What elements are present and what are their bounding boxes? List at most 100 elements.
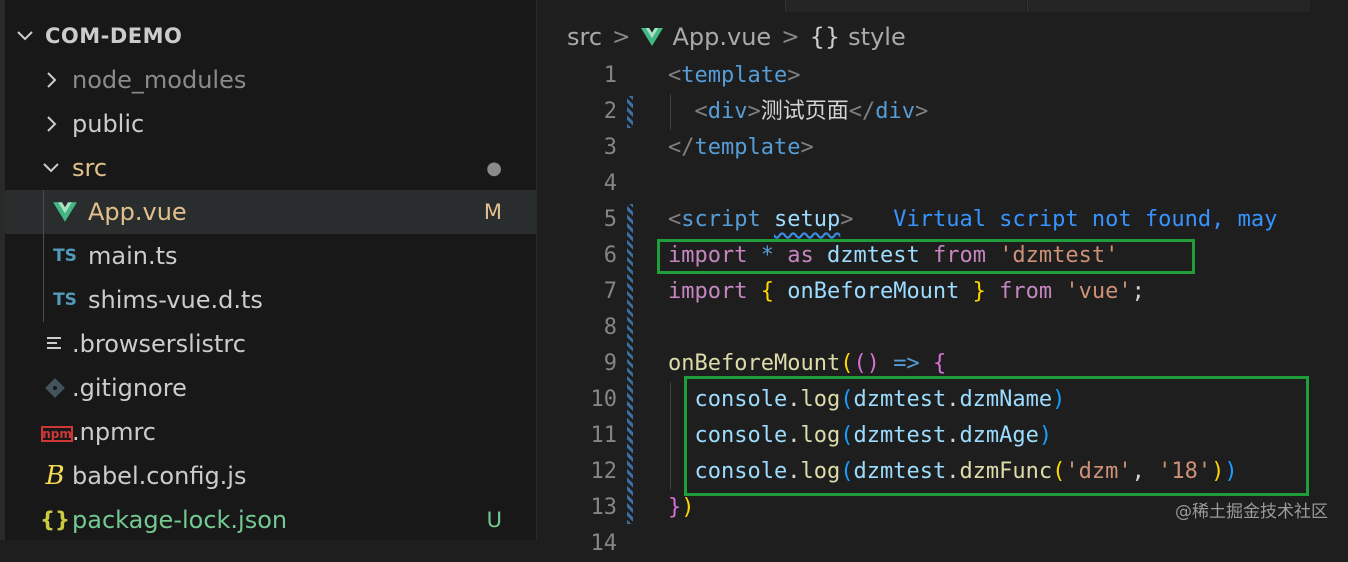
code-token: onBeforeMount <box>668 351 841 376</box>
tree-item[interactable]: public <box>5 102 536 146</box>
tree-item-label: .gitignore <box>72 374 187 402</box>
code-line[interactable]: import { onBeforeMount } from 'vue'; <box>668 274 1145 310</box>
ts-icon: TS <box>53 290 77 310</box>
code-token: ; <box>1131 279 1145 304</box>
tree-item[interactable]: App.vue M <box>5 190 536 234</box>
babel-icon: B <box>45 461 65 491</box>
chevron-right-icon <box>47 116 57 132</box>
breadcrumb-file[interactable]: App.vue <box>640 23 771 51</box>
line-number: 9 <box>603 351 617 376</box>
tree-item[interactable]: Bbabel.config.js <box>5 454 536 498</box>
line-number: 5 <box>603 207 617 232</box>
breadcrumb-folder[interactable]: src <box>567 23 602 51</box>
tree-item-label: public <box>72 110 145 138</box>
breadcrumb: src > App.vue > {} style <box>567 20 906 54</box>
code-token: ) <box>681 495 695 520</box>
tree-item[interactable]: .browserslistrc <box>5 322 536 366</box>
chevron-down-icon <box>43 163 59 173</box>
tree-indent-guide <box>43 190 44 322</box>
code-token: () <box>853 351 880 376</box>
chevron-right-icon <box>47 72 57 88</box>
tree-item[interactable]: node_modules <box>5 58 536 102</box>
explorer-root-label: COM-DEMO <box>45 24 183 48</box>
code-token: } <box>972 279 986 304</box>
code-line[interactable]: <template> <box>668 58 800 94</box>
line-number: 7 <box>603 279 617 304</box>
code-token: div <box>707 99 748 124</box>
code-token: script <box>681 207 761 232</box>
git-status-badge: ● <box>486 157 502 179</box>
code-token: </ <box>668 135 695 160</box>
line-number: 2 <box>603 99 617 124</box>
editor-pane: src > App.vue > {} style 1 <template> 2 < d… <box>537 0 1348 556</box>
explorer-sidebar: COM-DEMO node_modules public src ● App.vue M T… <box>0 0 537 540</box>
git-icon <box>41 376 69 400</box>
line-number: 12 <box>590 459 618 484</box>
line-number: 8 <box>603 315 617 340</box>
code-token: setup <box>773 207 841 232</box>
breadcrumb-symbol[interactable]: {} style <box>810 23 906 51</box>
code-token: 'vue' <box>1065 279 1132 304</box>
tree-item[interactable]: npm .npmrc <box>5 410 536 454</box>
json-icon: {} <box>40 508 70 532</box>
code-token: > <box>915 99 929 124</box>
git-status-badge: U <box>486 508 502 532</box>
npm-icon: npm <box>41 426 73 442</box>
line-number: 11 <box>590 423 618 448</box>
braces-icon: {} <box>809 23 841 51</box>
code-line[interactable]: </template> <box>668 130 814 166</box>
tree-item[interactable]: TS shims-vue.d.ts <box>5 278 536 322</box>
line-number: 3 <box>603 135 617 160</box>
breadcrumb-separator: > <box>781 24 800 50</box>
tree-item-label: .npmrc <box>72 418 156 446</box>
line-number: 4 <box>603 171 617 196</box>
indent-guide <box>670 382 671 490</box>
line-number: 14 <box>590 531 618 556</box>
code-token: } <box>668 495 682 520</box>
code-token: => <box>893 351 920 376</box>
tree-item-label: App.vue <box>88 198 187 226</box>
line-number: 6 <box>603 243 617 268</box>
code-token: import <box>668 279 748 304</box>
tree-item-label: .browserslistrc <box>72 330 246 358</box>
code-token: { <box>932 351 947 376</box>
tree-item-label: main.ts <box>88 242 178 270</box>
line-number: 1 <box>603 63 617 88</box>
code-token: 测试页面 <box>760 99 849 124</box>
dirty-diff-marker[interactable] <box>627 204 633 524</box>
code-token: from <box>999 279 1053 304</box>
highlight-box-console <box>684 376 1309 496</box>
code-token: div <box>875 99 916 124</box>
breadcrumb-symbol-label: style <box>848 23 906 51</box>
lines-icon <box>41 332 69 356</box>
tree-item-label: shims-vue.d.ts <box>88 286 263 314</box>
dirty-diff-marker[interactable] <box>627 96 633 128</box>
code-token: ( <box>840 351 854 376</box>
line-number: 13 <box>590 495 618 520</box>
tree-item[interactable]: TS main.ts <box>5 234 536 278</box>
code-token: Virtual script not found, may <box>893 207 1278 232</box>
tree-item-label: package-lock.json <box>72 506 288 534</box>
breadcrumb-separator: > <box>612 24 631 50</box>
code-token: { <box>760 279 774 304</box>
tree-item[interactable]: src ● <box>5 146 536 190</box>
ts-icon: TS <box>53 246 77 266</box>
code-token: > <box>840 207 854 232</box>
explorer-root[interactable]: COM-DEMO <box>5 14 536 58</box>
code-line[interactable]: <div>测试页面</div> <box>668 94 929 130</box>
code-token: < <box>668 63 682 88</box>
tree-item[interactable]: {} package-lock.json U <box>5 498 536 542</box>
tree-item-label: src <box>72 154 108 182</box>
tree-item-label: node_modules <box>72 66 247 94</box>
tab-strip-fragment <box>785 0 1026 12</box>
tree-item[interactable]: .gitignore <box>5 366 536 410</box>
code-line[interactable]: <script setup> Virtual script not found,… <box>668 202 1277 238</box>
code-token: template <box>694 135 801 160</box>
